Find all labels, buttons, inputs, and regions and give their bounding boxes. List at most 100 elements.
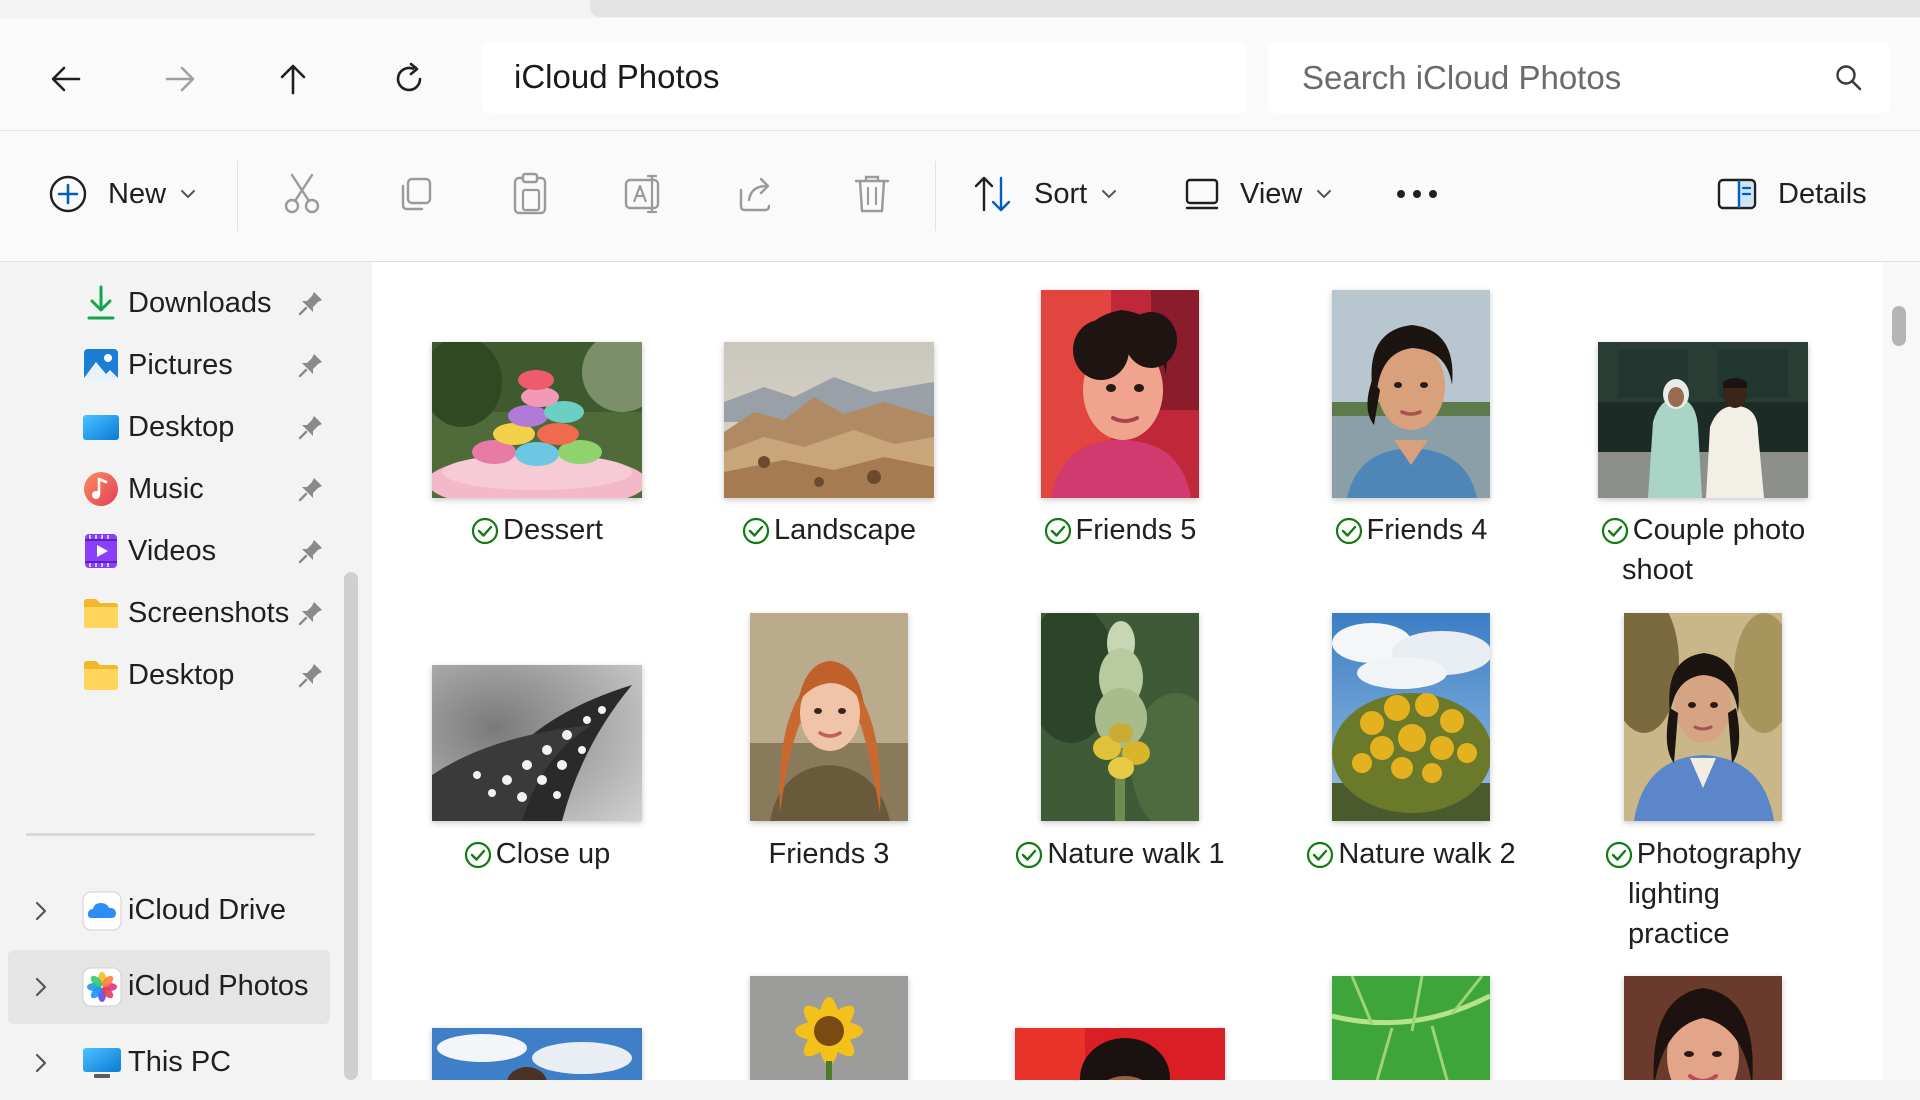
address-bar[interactable]: iCloud Photos <box>482 41 1247 113</box>
navigation-pane: Downloads Pictures Desktop Music Videos … <box>0 262 360 1080</box>
photo-caption[interactable]: Photography lighting practice <box>1558 834 1848 954</box>
synced-check-icon <box>1601 517 1628 545</box>
more-icon <box>1397 190 1437 198</box>
photo-thumbnail-close-up[interactable] <box>432 665 642 821</box>
pin-icon[interactable] <box>298 290 324 316</box>
photo-caption[interactable]: Friends 5 <box>975 510 1265 550</box>
cut-button[interactable] <box>278 161 326 227</box>
details-label: Details <box>1778 177 1867 210</box>
chevron-right-icon[interactable] <box>34 900 48 922</box>
sort-button[interactable]: Sort <box>972 161 1117 227</box>
search-box[interactable] <box>1268 41 1890 113</box>
photo-caption[interactable]: Nature walk 1 <box>975 834 1265 874</box>
synced-check-icon <box>1044 517 1071 545</box>
pin-icon[interactable] <box>298 662 324 688</box>
desktop-icon <box>83 415 119 440</box>
file-view-scrollbar[interactable] <box>1882 262 1920 1080</box>
chevron-right-icon[interactable] <box>34 1052 48 1074</box>
sidebar-item-label: Music <box>128 472 204 505</box>
sidebar-item-pictures[interactable]: Pictures <box>0 330 330 400</box>
pin-icon[interactable] <box>298 600 324 626</box>
photo-caption[interactable]: Friends 4 <box>1266 510 1556 550</box>
details-button[interactable]: Details <box>1716 161 1867 227</box>
plus-circle-icon <box>49 175 87 213</box>
rename-button[interactable] <box>620 161 668 227</box>
sidebar-item-this-pc[interactable]: This PC <box>8 1026 330 1100</box>
sidebar-item-screenshots[interactable]: Screenshots <box>0 578 330 648</box>
photo-thumbnail-nature-walk-2[interactable] <box>1332 613 1490 821</box>
back-button[interactable] <box>41 54 91 104</box>
photo-thumbnail-friends-4[interactable] <box>1332 290 1490 498</box>
navigation-pane-scrollbar[interactable] <box>344 572 358 1080</box>
search-input[interactable] <box>1300 55 1824 101</box>
sidebar-item-label: This PC <box>128 1046 232 1078</box>
photo-thumbnail-photography-lighting-practice[interactable] <box>1624 613 1782 821</box>
photo-thumbnail[interactable] <box>432 1028 642 1080</box>
refresh-button[interactable] <box>384 54 434 104</box>
sidebar-item-label: Desktop <box>128 658 235 691</box>
photo-caption[interactable]: Nature walk 2 <box>1266 834 1556 874</box>
scissors-icon <box>284 173 320 214</box>
details-pane-icon <box>1717 178 1757 210</box>
photo-thumbnail[interactable] <box>1624 976 1782 1080</box>
couple-photo-shoot-image <box>1598 342 1808 498</box>
sidebar-item-videos[interactable]: Videos <box>0 516 330 586</box>
photo-thumbnail-friends-3[interactable] <box>750 613 908 821</box>
tab-strip-background <box>590 0 1920 17</box>
share-button[interactable] <box>734 161 782 227</box>
photo-caption[interactable]: Dessert <box>392 510 682 550</box>
arrow-right-icon <box>165 66 195 92</box>
copy-button[interactable] <box>392 161 440 227</box>
photo-caption[interactable]: Close up <box>392 834 682 874</box>
paste-button[interactable] <box>506 161 554 227</box>
more-options-button[interactable] <box>1392 161 1442 227</box>
synced-check-icon <box>1016 841 1043 869</box>
refresh-icon <box>396 62 422 92</box>
forward-button[interactable] <box>155 54 205 104</box>
icloud-photos-icon <box>82 967 122 1007</box>
photo-thumbnail[interactable] <box>750 976 908 1080</box>
photo-thumbnail[interactable] <box>1332 976 1490 1080</box>
view-icon <box>1185 178 1219 210</box>
photo-thumbnail[interactable] <box>1015 1028 1225 1080</box>
videos-icon <box>85 534 117 568</box>
tab-strip <box>0 0 1920 18</box>
pin-icon[interactable] <box>298 538 324 564</box>
synced-check-icon <box>1605 841 1632 869</box>
chevron-right-icon[interactable] <box>34 976 48 998</box>
photo-caption[interactable]: Landscape <box>684 510 974 550</box>
scrollbar-thumb[interactable] <box>1892 306 1906 346</box>
pin-icon[interactable] <box>298 414 324 440</box>
up-button[interactable] <box>268 54 318 104</box>
new-button[interactable]: New <box>48 161 196 227</box>
sidebar-item-desktop[interactable]: Desktop <box>0 392 330 462</box>
nature-walk-2-image <box>1332 613 1490 821</box>
chevron-down-icon <box>1317 190 1332 199</box>
synced-check-icon <box>742 517 770 545</box>
pin-icon[interactable] <box>298 352 324 378</box>
sidebar-item-label: iCloud Photos <box>128 970 309 1002</box>
pin-icon[interactable] <box>298 476 324 502</box>
synced-check-icon <box>471 517 499 545</box>
sidebar-item-icloud-photos[interactable]: iCloud Photos <box>8 950 330 1024</box>
photography-lighting-practice-image <box>1624 613 1782 821</box>
portrait-red-image <box>1015 1028 1225 1080</box>
file-view: Dessert Landscape Friends 5 Friends 4 Co… <box>372 262 1882 1080</box>
photo-thumbnail-nature-walk-1[interactable] <box>1041 613 1199 821</box>
photo-thumbnail-couple-photo-shoot[interactable] <box>1598 342 1808 498</box>
search-icon[interactable] <box>1834 63 1864 93</box>
photo-thumbnail-landscape[interactable] <box>724 342 934 498</box>
sidebar-item-desktop-folder[interactable]: Desktop <box>0 640 330 710</box>
delete-button[interactable] <box>848 161 896 227</box>
sidebar-item-music[interactable]: Music <box>0 454 330 524</box>
photo-caption[interactable]: Couple photo shoot <box>1558 510 1848 590</box>
photo-thumbnail-friends-5[interactable] <box>1041 290 1199 498</box>
view-button[interactable]: View <box>1184 161 1332 227</box>
sidebar-item-label: Pictures <box>128 348 233 381</box>
sidebar-item-label: Desktop <box>128 410 235 443</box>
sidebar-item-icloud-drive[interactable]: iCloud Drive <box>8 874 330 948</box>
photo-caption[interactable]: Friends 3 <box>684 834 974 874</box>
sidebar-item-downloads[interactable]: Downloads <box>0 268 330 338</box>
trash-icon <box>854 175 890 213</box>
photo-thumbnail-dessert[interactable] <box>432 342 642 498</box>
